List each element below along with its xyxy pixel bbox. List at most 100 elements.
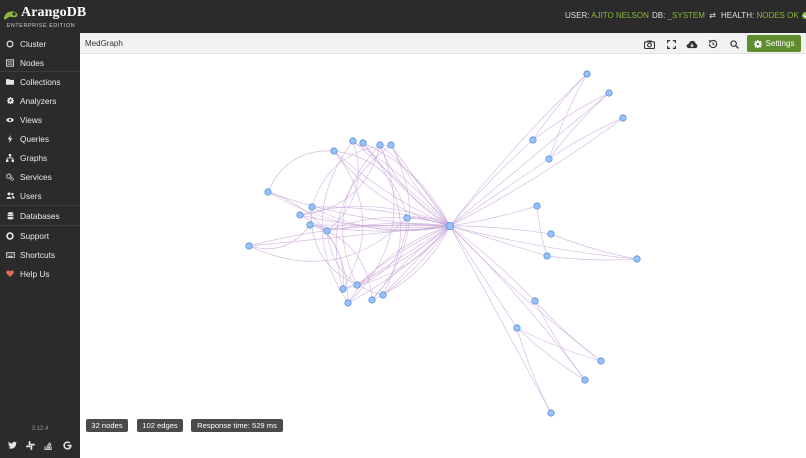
cloud-download-icon[interactable]	[684, 36, 700, 52]
user-status[interactable]: USER: AJITO NELSON	[565, 11, 649, 20]
graph-node[interactable]	[619, 114, 627, 122]
graph-edge	[342, 225, 451, 290]
stackoverflow-icon[interactable]	[41, 438, 55, 452]
graph-node[interactable]	[344, 299, 352, 307]
db-status[interactable]: DB: _SYSTEM ⇄	[652, 11, 716, 20]
graph-node[interactable]	[531, 297, 539, 305]
sidebar-item-collections[interactable]: Collections	[0, 72, 80, 91]
search-icon[interactable]	[726, 36, 742, 52]
graph-node[interactable]	[547, 230, 555, 238]
graph-edge	[342, 225, 451, 290]
sidebar-item-services[interactable]: Services	[0, 167, 80, 186]
eye-icon	[0, 117, 20, 123]
graph-node[interactable]	[379, 291, 387, 299]
graph-edge	[326, 140, 359, 232]
sidebar-item-label: Help Us	[20, 268, 50, 279]
sidebar: Cluster Nodes Collections Analyzers Views Que…	[0, 33, 80, 458]
graph-node[interactable]	[323, 227, 331, 235]
graph-node[interactable]	[245, 242, 253, 250]
sitemap-icon	[0, 153, 20, 162]
google-icon[interactable]	[60, 438, 74, 452]
sidebar-item-databases[interactable]: Databases	[0, 206, 80, 225]
sidebar-item-shortcuts[interactable]: Shortcuts	[0, 245, 80, 264]
graph-node[interactable]	[545, 155, 553, 163]
sidebar-item-views[interactable]: Views	[0, 110, 80, 129]
edge-count-badge: 102 edges	[137, 419, 183, 432]
sidebar-divider	[0, 205, 80, 206]
sidebar-item-graphs[interactable]: Graphs	[0, 148, 80, 167]
graph-canvas[interactable]	[80, 54, 806, 458]
arangodb-logo-icon	[4, 11, 18, 20]
graph-node[interactable]	[353, 281, 361, 289]
brand-logo-area[interactable]: ArangoDB ENTERPRISE EDITION	[0, 0, 86, 33]
settings-button[interactable]: Settings	[747, 35, 801, 52]
server-icon	[0, 58, 20, 67]
sidebar-item-nodes[interactable]: Nodes	[0, 53, 80, 72]
graph-edge	[356, 217, 408, 286]
health-status[interactable]: HEALTH: NODES OK	[721, 11, 806, 20]
db-label: DB:	[652, 11, 666, 20]
graph-edge	[347, 225, 451, 304]
graph-node[interactable]	[368, 296, 376, 304]
graph-node[interactable]	[513, 324, 521, 332]
lifebuoy-icon	[0, 231, 20, 240]
graph-node[interactable]	[387, 141, 395, 149]
sidebar-item-label: Cluster	[20, 38, 47, 49]
graph-toolbar: MedGraph Settings	[80, 33, 806, 54]
graph-node[interactable]	[376, 141, 384, 149]
graph-edge	[449, 73, 588, 227]
graph-node[interactable]	[597, 357, 605, 365]
graph-node[interactable]	[296, 211, 304, 219]
graph-edge	[516, 327, 552, 414]
graph-node[interactable]	[633, 255, 641, 263]
graph-node[interactable]	[349, 137, 357, 145]
graph-node[interactable]	[583, 70, 591, 78]
graph-node[interactable]	[403, 214, 411, 222]
sidebar-item-cluster[interactable]: Cluster	[0, 34, 80, 53]
camera-icon[interactable]	[641, 36, 657, 52]
gear-icon	[0, 97, 20, 104]
sidebar-item-label: Shortcuts	[20, 249, 56, 260]
keyboard-icon	[0, 251, 20, 258]
graph-nodes	[245, 70, 641, 417]
graph-node[interactable]	[339, 285, 347, 293]
graph-node[interactable]	[330, 147, 338, 155]
sidebar-item-users[interactable]: Users	[0, 186, 80, 205]
sidebar-item-support[interactable]: Support	[0, 226, 80, 245]
graph-node[interactable]	[533, 202, 541, 210]
refresh-icon[interactable]: ⇄	[709, 11, 716, 20]
history-icon[interactable]	[705, 36, 721, 52]
graph-node[interactable]	[445, 221, 454, 230]
graph-node[interactable]	[308, 203, 316, 211]
slack-icon[interactable]	[23, 438, 37, 452]
bolt-icon	[0, 134, 20, 143]
graph-node[interactable]	[547, 409, 555, 417]
users-icon	[0, 192, 20, 199]
top-header: ArangoDB ENTERPRISE EDITION USER: AJITO …	[0, 0, 806, 33]
graph-edge	[248, 225, 451, 247]
db-value: _SYSTEM	[667, 11, 705, 20]
graph-node[interactable]	[543, 252, 551, 260]
cogs-icon	[0, 172, 20, 181]
graph-node[interactable]	[605, 89, 613, 97]
graph-edge	[382, 225, 451, 296]
sidebar-item-queries[interactable]: Queries	[0, 129, 80, 148]
graph-node[interactable]	[264, 188, 272, 196]
sidebar-item-analyzers[interactable]: Analyzers	[0, 91, 80, 110]
database-icon	[0, 211, 20, 220]
graph-title: MedGraph	[85, 39, 123, 48]
graph-node[interactable]	[529, 136, 537, 144]
sidebar-item-label: Services	[20, 171, 52, 182]
twitter-icon[interactable]	[5, 438, 19, 452]
sidebar-item-help-us[interactable]: Help Us	[0, 264, 80, 283]
sidebar-item-label: Users	[20, 190, 42, 201]
fullscreen-icon[interactable]	[663, 36, 679, 52]
graph-node[interactable]	[581, 376, 589, 384]
graph-node[interactable]	[306, 221, 314, 229]
sidebar-item-label: Views	[20, 114, 42, 125]
graph-edge	[550, 233, 638, 260]
heart-icon	[0, 270, 20, 277]
graph-visualization[interactable]	[80, 54, 806, 458]
sidebar-item-label: Analyzers	[20, 95, 57, 106]
graph-node[interactable]	[359, 139, 367, 147]
